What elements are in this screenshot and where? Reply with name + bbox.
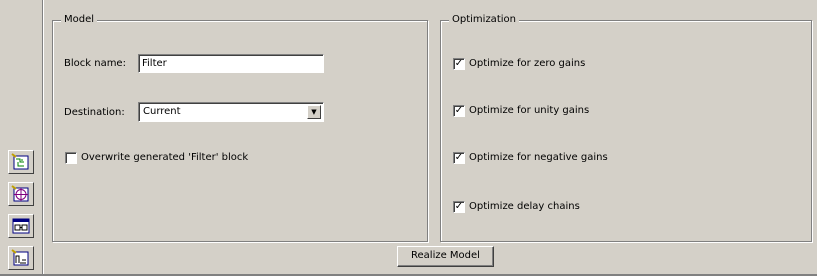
block-name-label: Block name: bbox=[64, 58, 126, 69]
opt-zero-gains-label: Optimize for zero gains bbox=[469, 58, 586, 69]
opt-unity-gains-checkbox[interactable]: ✓ bbox=[453, 105, 465, 117]
overwrite-checkbox[interactable] bbox=[65, 152, 77, 164]
optimization-group-title: Optimization bbox=[449, 14, 519, 26]
model-group: Model Block name: Destination: Current ▼… bbox=[52, 14, 428, 242]
chevron-down-icon[interactable]: ▼ bbox=[307, 105, 321, 119]
sidebar-divider bbox=[42, 0, 44, 276]
opt-delay-chains-label: Optimize delay chains bbox=[469, 201, 580, 212]
pole-zero-icon[interactable] bbox=[8, 182, 34, 206]
realize-model-icon[interactable] bbox=[8, 214, 34, 238]
destination-label: Destination: bbox=[64, 107, 125, 118]
destination-dropdown[interactable]: Current ▼ bbox=[138, 102, 324, 122]
opt-negative-gains-label: Optimize for negative gains bbox=[469, 152, 608, 163]
filter-structure-icon[interactable] bbox=[8, 150, 34, 174]
realize-model-button[interactable]: Realize Model bbox=[397, 246, 494, 267]
opt-delay-chains-checkbox[interactable]: ✓ bbox=[453, 201, 465, 213]
opt-negative-gains-checkbox[interactable]: ✓ bbox=[453, 152, 465, 164]
opt-zero-gains-checkbox[interactable]: ✓ bbox=[453, 58, 465, 70]
sidebar-tool-icon[interactable] bbox=[8, 246, 34, 270]
opt-unity-gains-label: Optimize for unity gains bbox=[469, 105, 590, 116]
model-group-title: Model bbox=[61, 14, 98, 26]
block-name-input[interactable] bbox=[138, 54, 324, 73]
overwrite-label: Overwrite generated 'Filter' block bbox=[81, 152, 249, 163]
optimization-group: Optimization ✓ Optimize for zero gains ✓… bbox=[440, 14, 812, 242]
destination-value: Current bbox=[143, 106, 181, 117]
